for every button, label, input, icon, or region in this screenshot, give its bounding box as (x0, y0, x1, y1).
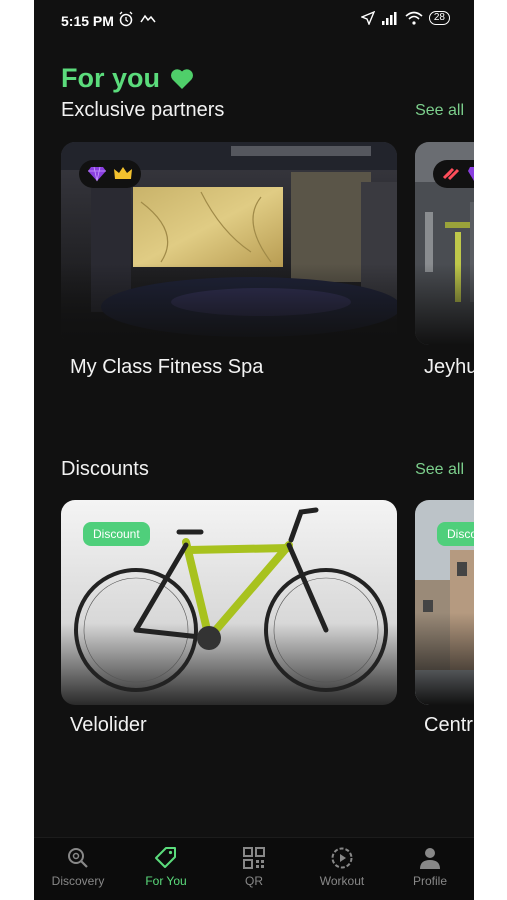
tab-label-qr: QR (245, 874, 263, 888)
play-icon (331, 847, 353, 869)
see-all-partners-link[interactable]: See all (415, 102, 464, 120)
qr-icon (243, 847, 265, 869)
page-title-text: For you (61, 63, 160, 93)
diamond-icon-small (468, 167, 474, 181)
tag-icon (155, 847, 176, 868)
tab-label-for-you: For You (145, 874, 187, 888)
tab-label-discovery: Discovery (51, 874, 105, 888)
phone-screen: 5:15 PM 28 For you Exclusive partners Se… (34, 0, 474, 900)
section-title-partners: Exclusive partners (61, 99, 225, 121)
diamond-icon (88, 166, 106, 182)
tab-discovery[interactable]: Discovery (34, 838, 122, 900)
partner-badges (79, 160, 141, 188)
location-icon (360, 11, 375, 25)
status-right-icons: 28 (360, 11, 450, 25)
discount-card-centr[interactable]: Disco (415, 500, 474, 705)
status-time: 5:15 PM (61, 13, 114, 29)
tab-qr[interactable]: QR (210, 838, 298, 900)
crown-icon (114, 167, 132, 179)
tab-workout[interactable]: Workout (298, 838, 386, 900)
status-bar: 5:15 PM 28 (34, 0, 474, 40)
tab-profile[interactable]: Profile (386, 838, 474, 900)
discount-badge-2: Disco (437, 522, 474, 546)
bottom-tab-bar: Discovery For You QR Workout Profile (34, 837, 474, 900)
partner-card-myclass[interactable] (61, 142, 397, 345)
partner-badges-2 (433, 160, 474, 188)
discount-name-velolider: Velolider (70, 714, 147, 736)
tab-label-workout: Workout (319, 874, 365, 888)
heart-icon (171, 68, 193, 89)
partner-name-jeyhun: Jeyhu (424, 356, 474, 378)
tab-for-you[interactable]: For You (122, 838, 210, 900)
dumbbell-icon (442, 167, 460, 181)
partner-name-myclass: My Class Fitness Spa (70, 356, 264, 378)
discount-card-velolider[interactable]: Discount (61, 500, 397, 705)
discount-name-centr: Centr (424, 714, 473, 736)
see-all-discounts-link[interactable]: See all (415, 461, 464, 479)
tab-label-profile: Profile (412, 874, 447, 888)
app-notification-icon (140, 14, 156, 23)
page-title: For you (61, 63, 194, 94)
signal-icon (381, 12, 397, 25)
partner-card-jeyhun[interactable] (415, 142, 474, 345)
search-icon (68, 848, 88, 868)
discount-badge: Discount (83, 522, 150, 546)
battery-indicator: 28 (428, 11, 450, 25)
section-title-discounts: Discounts (61, 458, 149, 480)
wifi-icon (405, 11, 423, 25)
person-icon (420, 848, 440, 869)
alarm-icon (119, 11, 133, 27)
status-left-icons (118, 11, 156, 27)
